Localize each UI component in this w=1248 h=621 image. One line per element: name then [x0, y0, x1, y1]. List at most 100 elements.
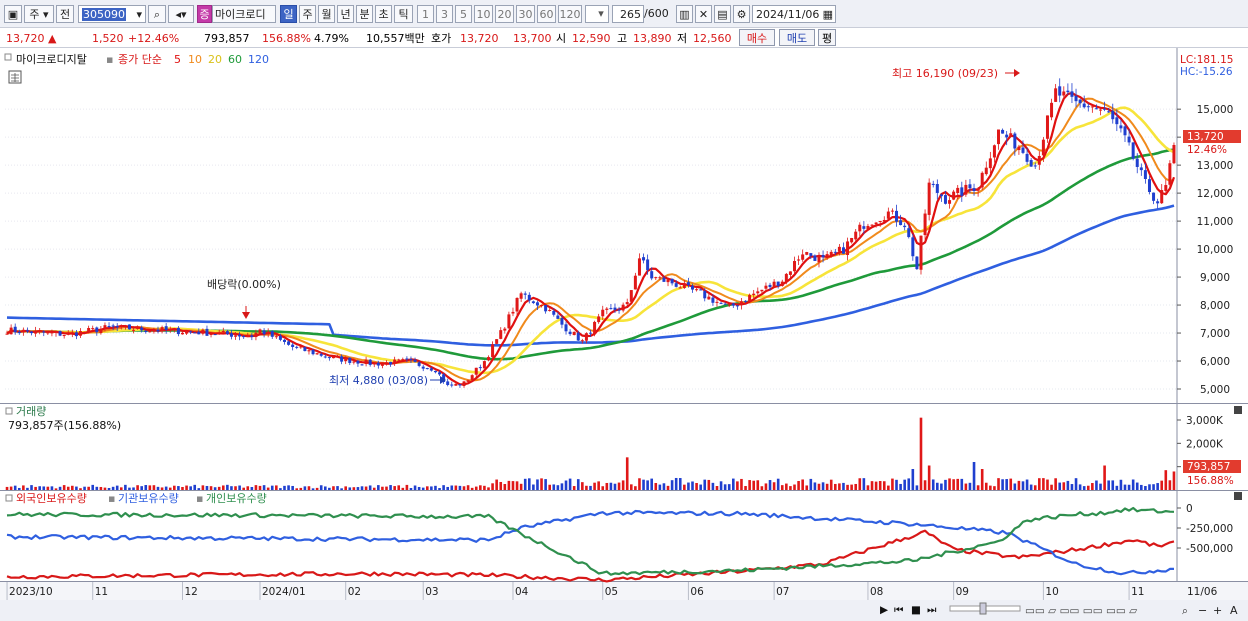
x-axis-label: 02: [348, 586, 361, 598]
candle-body: [886, 211, 890, 219]
candle-body: [1033, 165, 1037, 167]
interval-20[interactable]: 20: [495, 5, 514, 23]
candle-body: [907, 228, 911, 238]
interval-5[interactable]: 5: [455, 5, 472, 23]
plus-icon[interactable]: +: [1213, 604, 1222, 617]
candle-body: [119, 325, 123, 327]
volume-bar: [699, 484, 702, 490]
volume-bar: [1168, 480, 1172, 490]
candle-body: [609, 308, 613, 310]
candle-body: [552, 310, 556, 315]
scroll-last-icon[interactable]: ⏭: [927, 604, 937, 616]
volume-bar: [209, 486, 213, 490]
candle-body: [303, 347, 307, 352]
candle-body: [499, 330, 503, 339]
volume-bar: [842, 482, 845, 490]
candle-body: [1013, 133, 1017, 149]
eval-button[interactable]: 평: [818, 29, 836, 46]
interval-1[interactable]: 1: [417, 5, 434, 23]
bar-chart-icon[interactable]: ▥: [676, 5, 693, 23]
volume-bar: [136, 485, 139, 490]
speaker-icon[interactable]: ◂▾: [168, 5, 194, 23]
period-day[interactable]: 일: [280, 5, 297, 23]
volume-bar: [173, 485, 176, 490]
volume-bar: [548, 484, 551, 490]
stock-chart[interactable]: 15,00014,00013,00012,00011,00010,0009,00…: [0, 48, 1248, 621]
volume-bar: [372, 487, 376, 490]
volume-bar: [674, 477, 678, 490]
interval-120[interactable]: 120: [558, 5, 582, 23]
holdings-close-icon[interactable]: [1234, 492, 1242, 500]
stop-icon[interactable]: ■: [911, 604, 921, 616]
search-icon[interactable]: ⌕: [148, 5, 166, 23]
zoom-out-search-icon[interactable]: ⌕: [1182, 605, 1188, 617]
x-axis-label: 11: [1131, 586, 1144, 598]
candle-body: [1119, 125, 1123, 129]
volume-bar: [719, 481, 723, 490]
interval-10[interactable]: 10: [474, 5, 493, 23]
candle-body: [895, 210, 899, 222]
x-axis-label: 07: [776, 586, 789, 598]
scroll-right-icon[interactable]: ▶: [880, 604, 889, 616]
sell-button[interactable]: 매도: [779, 29, 815, 46]
interval-60[interactable]: 60: [537, 5, 556, 23]
volume-bar: [348, 487, 352, 490]
volume-bar: [217, 486, 221, 490]
volume-bar: [421, 487, 425, 490]
interval-dropdown-icon[interactable]: ▾: [594, 5, 608, 23]
zoom-slider-thumb[interactable]: [979, 602, 987, 615]
volume-bar: [870, 481, 874, 490]
candle-body: [164, 326, 168, 330]
minus-icon[interactable]: −: [1198, 604, 1207, 617]
period-tick[interactable]: 틱: [394, 5, 413, 23]
period-second[interactable]: 초: [375, 5, 392, 23]
candle-body: [274, 336, 278, 338]
candle-body: [474, 367, 478, 375]
window-icon[interactable]: ▣: [4, 5, 22, 23]
prev-button[interactable]: 전: [56, 5, 74, 23]
candle-body: [1001, 129, 1005, 134]
candle-body: [234, 335, 238, 337]
candle-body: [160, 327, 164, 331]
volume-bar: [266, 487, 270, 490]
volume-bar: [874, 481, 878, 490]
candle-body: [140, 327, 144, 331]
volume-bar: [581, 482, 584, 490]
period-week[interactable]: 주: [299, 5, 316, 23]
count-input[interactable]: 265: [612, 5, 644, 23]
scroll-first-icon[interactable]: ⏮: [894, 604, 904, 616]
calendar-icon[interactable]: ▦: [823, 6, 835, 22]
crosshair-icon[interactable]: ✕: [695, 5, 712, 23]
candle-body: [454, 383, 458, 386]
stock-code-input[interactable]: 305090 ▾: [78, 5, 146, 23]
candle-body: [356, 360, 360, 364]
candle-body: [784, 273, 788, 282]
period-month[interactable]: 월: [318, 5, 335, 23]
volume-close-icon[interactable]: [1234, 406, 1242, 414]
date-input[interactable]: 2024/11/06 ▦: [752, 5, 836, 23]
interval-3[interactable]: 3: [436, 5, 453, 23]
gear-icon[interactable]: ⚙: [733, 5, 750, 23]
candle-body: [805, 252, 809, 255]
volume-bar: [634, 486, 637, 490]
candle-body: [1070, 91, 1074, 97]
buy-button[interactable]: 매수: [739, 29, 775, 46]
price-tick-label: 6,000: [1200, 356, 1230, 368]
volume-bar: [968, 482, 972, 490]
candle-body: [943, 195, 947, 204]
candle-body: [793, 261, 797, 272]
candle-body: [389, 361, 393, 365]
save-icon[interactable]: ▤: [714, 5, 731, 23]
candle-body: [1094, 108, 1098, 110]
period-minute[interactable]: 분: [356, 5, 373, 23]
volume-ratio: 156.88%: [262, 32, 311, 45]
holding-tick-label: -500,000: [1186, 543, 1233, 555]
dropdown-icon[interactable]: ▾: [136, 6, 145, 22]
period-year[interactable]: 년: [337, 5, 354, 23]
mode-select[interactable]: 주 ▾: [24, 5, 54, 23]
interval-30[interactable]: 30: [516, 5, 535, 23]
layout-icons[interactable]: ▭▭ ▱ ▭▭ ▭▭ ▭▭ ▱: [1025, 605, 1138, 617]
candle-body: [486, 357, 490, 361]
volume-bar: [687, 482, 690, 490]
text-icon[interactable]: A: [1230, 604, 1238, 617]
